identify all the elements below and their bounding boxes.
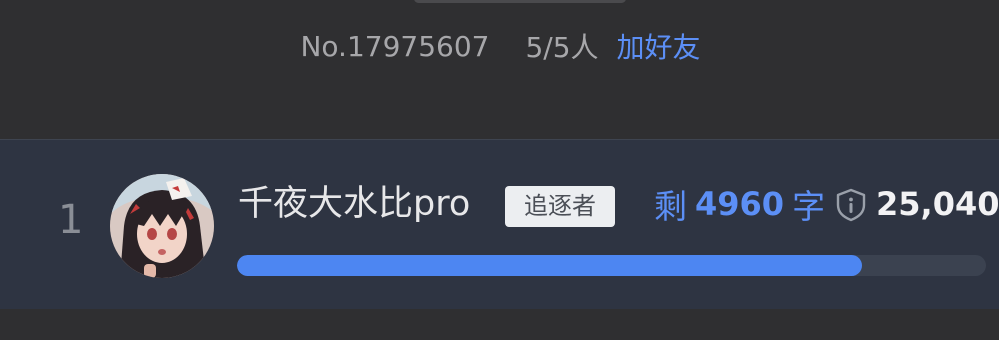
avatar[interactable] <box>110 174 214 278</box>
shield-info-icon[interactable] <box>834 188 868 222</box>
username[interactable]: 千夜大水比pro <box>238 182 470 226</box>
role-badge: 追逐者 <box>505 186 615 227</box>
progress-bar <box>237 255 986 276</box>
room-id: No.17975607 <box>300 29 490 63</box>
score: 25,040 <box>876 185 999 223</box>
remaining-value: 4960 <box>695 185 785 223</box>
progress-fill <box>237 255 863 276</box>
add-friend-button[interactable]: 加好友 <box>617 26 701 66</box>
top-handle <box>414 0 626 3</box>
room-info-bar: No.17975607 5/5人 加好友 <box>0 26 999 66</box>
leaderboard-row[interactable]: 1 千夜大水比pro 追逐者 剩 4960 字 25,040 <box>0 140 999 309</box>
remaining-suffix: 字 <box>792 187 826 226</box>
rank-number: 1 <box>58 197 84 243</box>
room-screen: No.17975607 5/5人 加好友 1 千夜大水比pro 追逐者 剩 49… <box>0 0 999 340</box>
remaining-words: 剩 4960 字 <box>654 182 825 226</box>
remaining-prefix: 剩 <box>654 187 687 226</box>
member-count: 5/5人 <box>525 31 599 64</box>
anime-avatar-image <box>110 174 214 278</box>
